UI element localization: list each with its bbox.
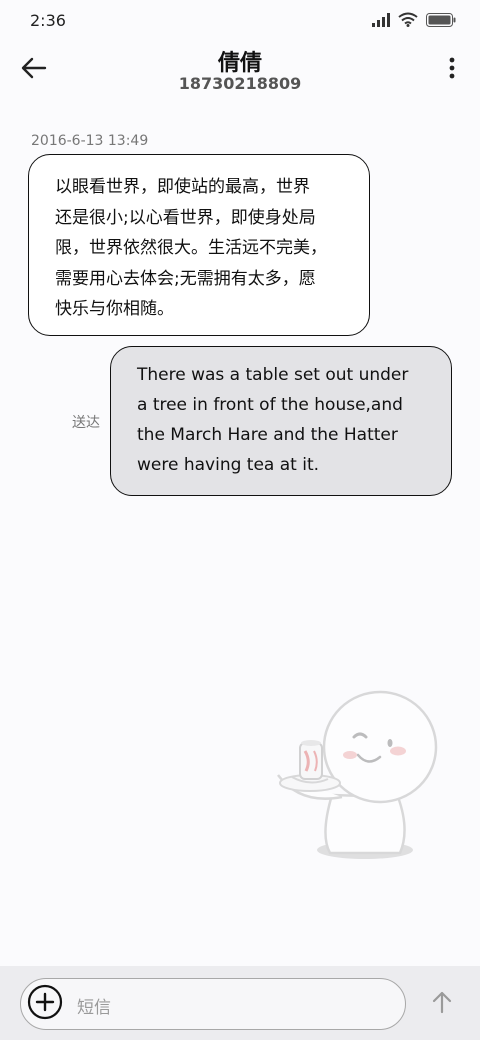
compose-bar: 短信 [0,966,480,1040]
incoming-message-bubble[interactable]: 以眼看世界，即使站的最高，世界 还是很小;以心看世界，即使身处局 限，世界依然很… [28,154,370,336]
message-line: a tree in front of the house,and [137,395,403,415]
message-input[interactable]: 短信 [20,978,406,1030]
status-icons [372,12,456,31]
add-attachment-button[interactable] [27,984,63,1024]
mascot-sticker-image [270,685,445,875]
signal-icon [372,12,390,31]
input-placeholder: 短信 [77,998,111,1018]
status-bar: 2:36 [0,0,480,40]
message-line: 还是很小;以心看世界，即使身处局 [55,207,316,228]
conversation-header: 倩倩 18730218809 [0,40,480,104]
send-button[interactable] [428,990,456,1018]
contact-name: 倩倩 [217,51,262,76]
message-line: the March Hare and the Hatter [137,425,398,445]
message-line: 需要用心去体会;无需拥有太多，愿 [55,268,316,289]
contact-phone: 18730218809 [178,74,302,93]
more-options-button[interactable] [444,56,460,84]
message-timestamp: 2016-6-13 13:49 [31,133,149,149]
outgoing-message-bubble[interactable]: There was a table set out under a tree i… [110,346,452,496]
wifi-icon [398,12,418,31]
send-arrow-icon [430,990,454,1018]
more-vertical-icon [449,57,455,83]
battery-icon [426,12,456,31]
add-circle-icon [27,984,63,1024]
message-line: 快乐与你相随。 [55,299,174,319]
message-line: 以眼看世界，即使站的最高，世界 [55,177,310,197]
message-line: There was a table set out under [137,365,409,385]
message-line: were having tea at it. [137,455,320,475]
status-time: 2:36 [30,11,66,30]
message-line: 限，世界依然很大。生活远不完美， [55,238,327,258]
delivery-status: 送达 [72,415,100,431]
